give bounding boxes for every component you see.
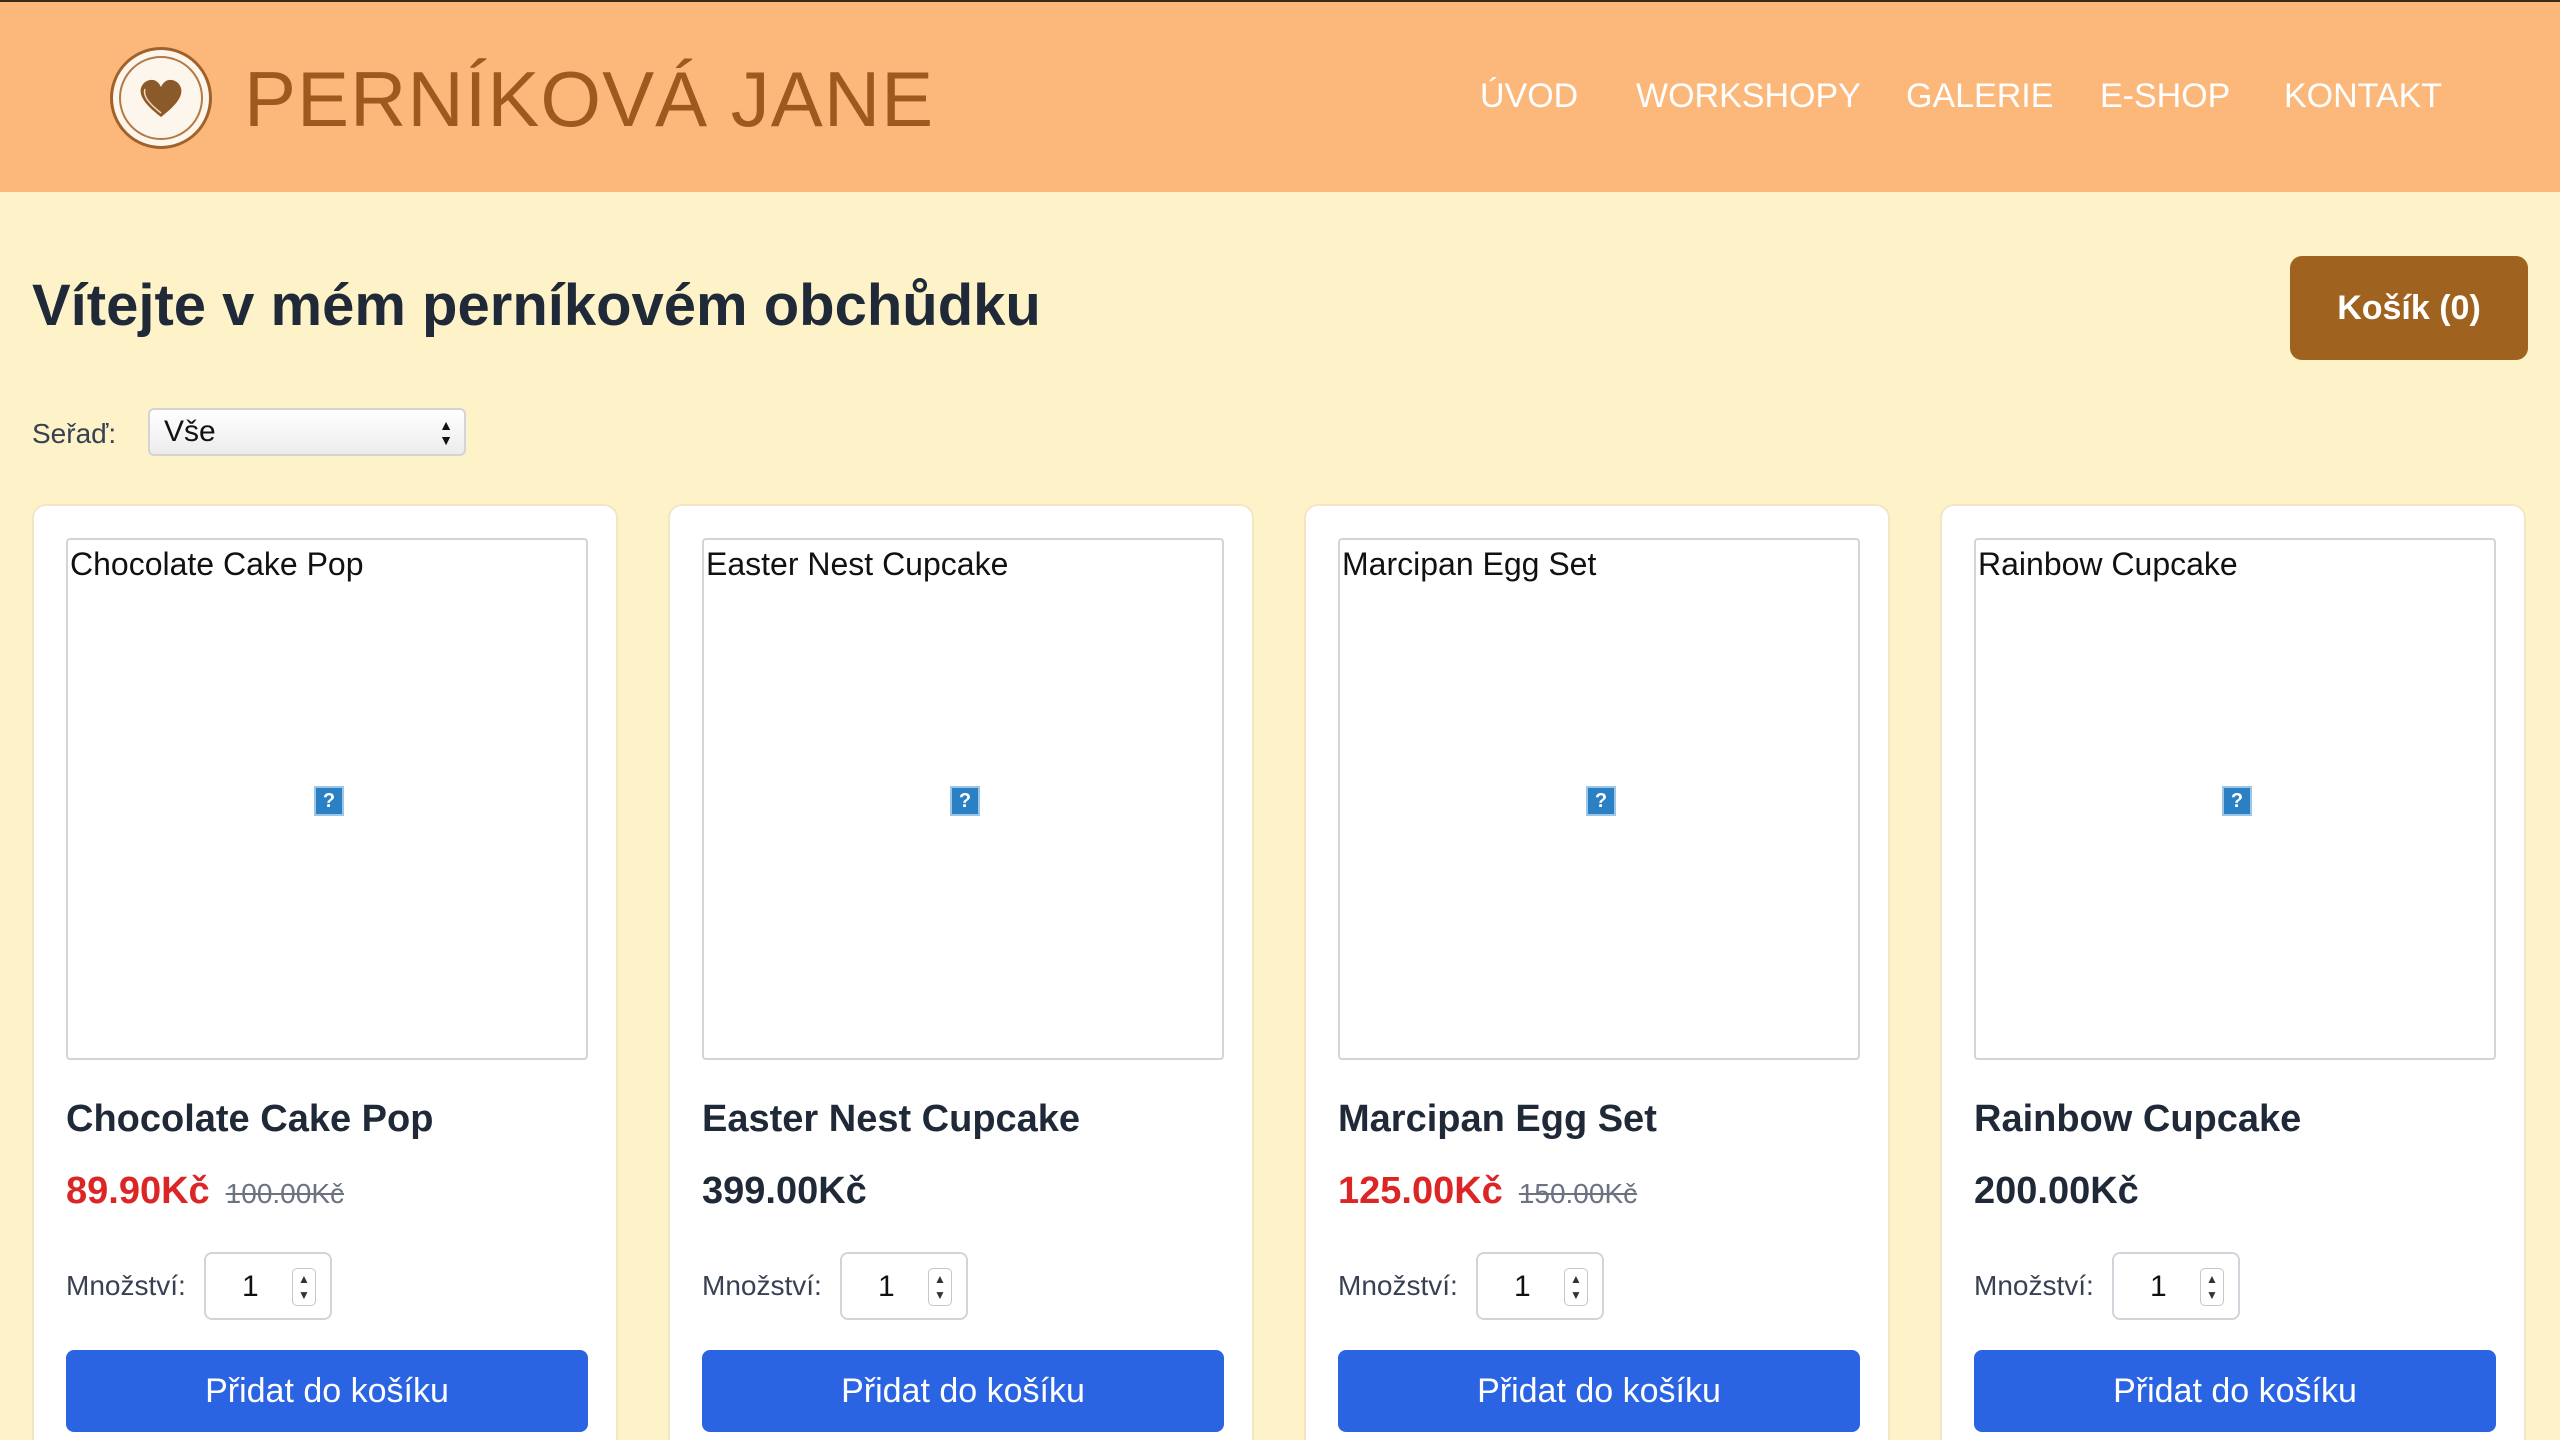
product-prices: 89.90Kč 100.00Kč (66, 1166, 344, 1219)
product-prices: 399.00Kč (702, 1166, 867, 1216)
product-card: Chocolate Cake Pop ? Chocolate Cake Pop … (32, 504, 618, 1440)
product-image[interactable]: Marcipan Egg Set ? (1338, 538, 1860, 1060)
quantity-label: Množství: (1338, 1270, 1458, 1301)
quantity-value: 1 (1514, 1270, 1531, 1303)
product-price: 89.90Kč (66, 1170, 210, 1212)
add-to-cart-button[interactable]: Přidat do košíku (1338, 1350, 1860, 1432)
product-prices: 200.00Kč (1974, 1166, 2139, 1216)
logo-ring (119, 56, 203, 140)
spinner-arrows-icon[interactable]: ▲ ▼ (928, 1268, 952, 1306)
page-title: Vítejte v mém perníkovém obchůdku (32, 273, 1041, 338)
updown-arrows-icon: ▲ ▼ (439, 417, 453, 448)
nav-item-eshop[interactable]: E-SHOP (2100, 72, 2230, 120)
sort-select[interactable]: Vše ▲ ▼ (148, 408, 466, 456)
product-name[interactable]: Easter Nest Cupcake (702, 1094, 1080, 1144)
quantity-stepper[interactable]: 1 ▲ ▼ (204, 1252, 332, 1320)
product-image[interactable]: Chocolate Cake Pop ? (66, 538, 588, 1060)
product-name[interactable]: Marcipan Egg Set (1338, 1094, 1657, 1144)
product-card: Easter Nest Cupcake ? Easter Nest Cupcak… (668, 504, 1254, 1440)
quantity-stepper[interactable]: 1 ▲ ▼ (2112, 1252, 2240, 1320)
product-image-alt: Marcipan Egg Set (1342, 546, 1597, 582)
quantity-label: Množství: (1974, 1270, 2094, 1301)
brand-name[interactable]: PERNÍKOVÁ JANE (244, 54, 934, 144)
product-old-price: 100.00Kč (225, 1178, 344, 1209)
sort-label: Seřaď: (32, 418, 117, 449)
product-card: Rainbow Cupcake ? Rainbow Cupcake 200.00… (1940, 504, 2526, 1440)
quantity-value: 1 (878, 1270, 895, 1303)
nav-item-kontakt[interactable]: KONTAKT (2284, 72, 2442, 120)
product-card: Marcipan Egg Set ? Marcipan Egg Set 125.… (1304, 504, 1890, 1440)
broken-image-icon: ? (950, 786, 980, 816)
heart-logo-icon (140, 79, 182, 117)
site-header: PERNÍKOVÁ JANE ÚVOD WORKSHOPY GALERIE E-… (0, 0, 2560, 192)
product-old-price: 150.00Kč (1518, 1178, 1638, 1209)
cart-button[interactable]: Košík (0) (2290, 256, 2528, 360)
quantity-stepper[interactable]: 1 ▲ ▼ (1476, 1252, 1604, 1320)
product-price: 399.00Kč (702, 1170, 867, 1212)
sort-select-value: Vše (164, 415, 216, 448)
nav-item-workshopy[interactable]: WORKSHOPY (1636, 72, 1861, 120)
product-image[interactable]: Rainbow Cupcake ? (1974, 538, 2496, 1060)
add-to-cart-button[interactable]: Přidat do košíku (1974, 1350, 2496, 1432)
product-image[interactable]: Easter Nest Cupcake ? (702, 538, 1224, 1060)
add-to-cart-button[interactable]: Přidat do košíku (702, 1350, 1224, 1432)
spinner-arrows-icon[interactable]: ▲ ▼ (292, 1268, 316, 1306)
spinner-arrows-icon[interactable]: ▲ ▼ (2200, 1268, 2224, 1306)
broken-image-icon: ? (314, 786, 344, 816)
product-price: 125.00Kč (1338, 1170, 1503, 1212)
nav-item-uvod[interactable]: ÚVOD (1480, 72, 1578, 120)
product-name[interactable]: Rainbow Cupcake (1974, 1094, 2301, 1144)
quantity-label: Množství: (66, 1270, 186, 1301)
nav-item-galerie[interactable]: GALERIE (1906, 72, 2053, 120)
quantity-value: 1 (2150, 1270, 2167, 1303)
product-name[interactable]: Chocolate Cake Pop (66, 1094, 433, 1144)
quantity-value: 1 (242, 1270, 259, 1303)
product-image-alt: Easter Nest Cupcake (706, 546, 1009, 582)
quantity-stepper[interactable]: 1 ▲ ▼ (840, 1252, 968, 1320)
spinner-arrows-icon[interactable]: ▲ ▼ (1564, 1268, 1588, 1306)
product-price: 200.00Kč (1974, 1170, 2139, 1212)
quantity-label: Množství: (702, 1270, 822, 1301)
product-prices: 125.00Kč 150.00Kč (1338, 1166, 1637, 1219)
add-to-cart-button[interactable]: Přidat do košíku (66, 1350, 588, 1432)
broken-image-icon: ? (2222, 786, 2252, 816)
product-image-alt: Rainbow Cupcake (1978, 546, 2238, 582)
product-image-alt: Chocolate Cake Pop (70, 546, 364, 582)
broken-image-icon: ? (1586, 786, 1616, 816)
logo[interactable] (110, 47, 212, 149)
